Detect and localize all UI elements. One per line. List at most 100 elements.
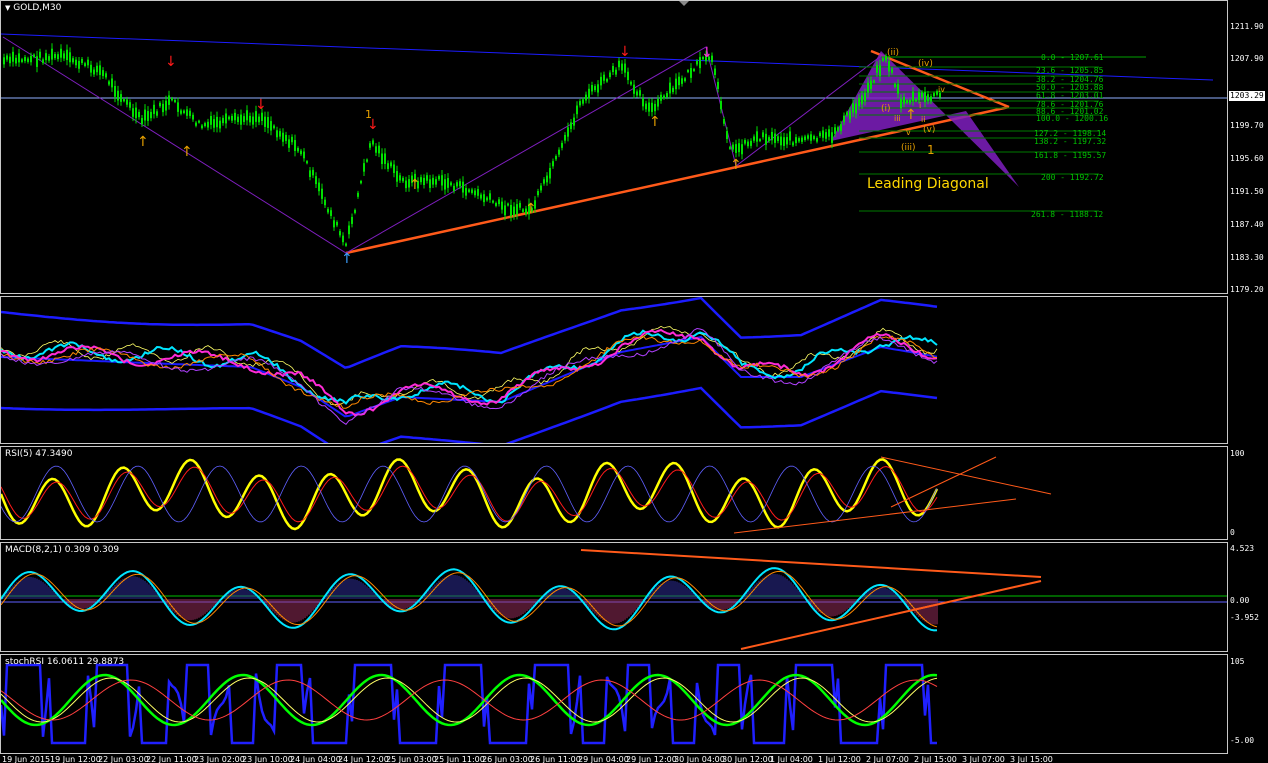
wave-label: iv xyxy=(938,85,945,94)
candle-body xyxy=(159,102,161,107)
chart-menu-icon[interactable]: ▼ xyxy=(5,4,10,12)
candle-body xyxy=(816,138,818,142)
candle-body xyxy=(189,110,191,116)
candle-body xyxy=(423,177,425,186)
candle-body xyxy=(585,94,587,101)
candle-body xyxy=(807,135,809,139)
candle-body xyxy=(249,115,251,123)
arrow-down-icon: ↓ xyxy=(165,54,177,70)
wave-label: iii xyxy=(894,114,901,123)
price-tick: 1191.50 xyxy=(1230,187,1264,196)
chart-shift-marker-icon[interactable] xyxy=(679,1,689,6)
candle-body xyxy=(54,54,56,59)
price-tick: 1207.90 xyxy=(1230,54,1264,63)
candle-body xyxy=(600,76,602,86)
arrow-up-icon: ↑ xyxy=(730,157,742,173)
time-tick: 23 Jun 02:00 xyxy=(194,755,245,763)
candle-body xyxy=(633,84,635,94)
candle-body xyxy=(543,179,545,184)
price-pane[interactable]: ↓ ↓ ↓ ↓ ↑ ↑ ↑ ↑ ↑ ↑ ↑ ↑ ↓ ▼ GOLD,M30 1 (ii) (iv) (i)… xyxy=(0,0,1228,294)
candle-body xyxy=(138,111,140,118)
macd-svg xyxy=(1,549,1227,650)
candle-body xyxy=(750,140,752,146)
candle-body xyxy=(333,220,335,228)
time-tick: 2 Jul 15:00 xyxy=(914,755,957,763)
candle-body xyxy=(276,130,278,138)
time-tick: 25 Jun 03:00 xyxy=(386,755,437,763)
arrow-up-icon: ↑ xyxy=(137,134,149,150)
candle-body xyxy=(507,203,509,206)
candle-body xyxy=(450,182,452,186)
candle-body xyxy=(789,131,791,141)
candle-body xyxy=(435,179,437,185)
candle-body xyxy=(693,68,695,72)
candle-body xyxy=(786,137,788,145)
candle-body xyxy=(111,78,113,88)
candle-body xyxy=(24,57,26,62)
wave-label: (iii) xyxy=(901,143,916,153)
candle-body xyxy=(75,59,77,66)
candle-body xyxy=(873,80,875,83)
candle-body xyxy=(792,142,794,146)
candle-body xyxy=(33,54,35,57)
candle-body xyxy=(180,110,182,114)
fib-level-label: 261.8 - 1188.12 xyxy=(1031,210,1104,219)
time-axis: 19 Jun 2015 19 Jun 12:00 22 Jun 03:00 22 Ju… xyxy=(0,754,1268,763)
arrow-up-icon: ↑ xyxy=(341,251,353,267)
rsi-svg xyxy=(1,456,1052,534)
candle-body xyxy=(135,107,137,119)
candle-body xyxy=(225,113,227,124)
candle-body xyxy=(3,57,5,65)
candle-body xyxy=(651,102,653,112)
fib-level-label: 61.8 - 1203.01 xyxy=(1036,91,1104,100)
candle-body xyxy=(297,147,299,152)
candle-body xyxy=(504,205,506,216)
rsi-pane[interactable]: RSI(5) 47.3490 xyxy=(0,446,1228,540)
stoch-rsi-pane[interactable]: stochRSI 16.0611 29.8873 xyxy=(0,654,1228,754)
candle-body xyxy=(537,191,539,196)
macd-trend-line xyxy=(580,549,1042,578)
candle-body xyxy=(780,136,782,146)
candle-body xyxy=(720,101,722,110)
candle-body xyxy=(198,120,200,123)
candle-body xyxy=(171,98,173,101)
candle-body xyxy=(684,78,686,82)
candle-body xyxy=(330,210,332,216)
candle-body xyxy=(288,139,290,148)
candle-body xyxy=(300,150,302,155)
price-scale[interactable]: 1211.90 1207.90 1203.29 1199.70 1195.60 … xyxy=(1228,0,1268,294)
bands-indicator-pane[interactable] xyxy=(0,296,1228,444)
candle-body xyxy=(519,202,521,208)
candle-body xyxy=(660,94,662,101)
price-tick: 1199.70 xyxy=(1230,121,1264,130)
candle-body xyxy=(348,225,350,235)
candle-body xyxy=(87,59,89,66)
candle-body xyxy=(576,105,578,115)
price-tick: 1211.90 xyxy=(1230,22,1264,31)
candle-body xyxy=(399,175,401,181)
candle-body xyxy=(648,102,650,112)
candle-body xyxy=(426,175,428,181)
candle-body xyxy=(795,137,797,144)
candle-body xyxy=(186,109,188,116)
macd-pane[interactable]: MACD(8,2,1) 0.309 0.309 xyxy=(0,542,1228,652)
candle-body xyxy=(384,153,386,164)
candle-body xyxy=(555,156,557,160)
time-tick: 3 Jul 15:00 xyxy=(1010,755,1053,763)
candle-body xyxy=(228,116,230,120)
candle-body xyxy=(927,94,929,101)
candle-body xyxy=(924,91,926,103)
candle-body xyxy=(732,144,734,150)
candle-body xyxy=(852,103,854,113)
candle-body xyxy=(888,61,890,72)
candle-body xyxy=(72,58,74,63)
candle-body xyxy=(513,206,515,216)
candle-body xyxy=(114,86,116,97)
candle-body xyxy=(318,182,320,192)
candle-body xyxy=(90,64,92,73)
candle-body xyxy=(402,177,404,182)
candle-body xyxy=(486,197,488,201)
candle-body xyxy=(369,143,371,148)
candle-body xyxy=(96,65,98,73)
candle-body xyxy=(591,84,593,92)
